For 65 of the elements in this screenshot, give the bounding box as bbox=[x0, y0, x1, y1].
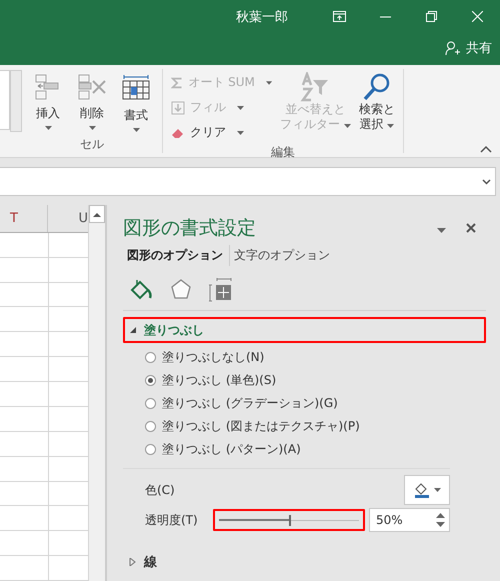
ribbon-display-icon[interactable] bbox=[332, 11, 346, 22]
option-label[interactable]: 塗りつぶし (グラデーション)(G) bbox=[162, 395, 338, 412]
ribbon-button[interactable]: 削除 bbox=[72, 69, 112, 136]
color-picker-button[interactable] bbox=[404, 475, 450, 505]
ribbon-button[interactable]: 検索と 選択 bbox=[356, 69, 397, 144]
caret-icon bbox=[437, 228, 446, 233]
close-icon bbox=[466, 223, 476, 233]
group-label: 編集 bbox=[270, 144, 296, 161]
formula-field[interactable] bbox=[0, 167, 496, 196]
expand-icon bbox=[129, 558, 136, 566]
caret-icon bbox=[237, 130, 244, 134]
option-label[interactable]: 塗りつぶし (パターン)(A) bbox=[162, 441, 301, 458]
section-header[interactable]: 線 bbox=[123, 549, 486, 575]
person-add-icon[interactable] bbox=[445, 40, 460, 56]
icon-tab[interactable] bbox=[209, 278, 233, 302]
restore-icon[interactable] bbox=[426, 11, 436, 22]
expand-icon[interactable] bbox=[482, 178, 491, 184]
option-label[interactable]: 塗りつぶし (単色)(S) bbox=[162, 372, 276, 389]
radio-button[interactable] bbox=[145, 421, 156, 432]
size-position-icon bbox=[209, 278, 233, 302]
caret-icon bbox=[132, 128, 140, 132]
scroll-up-button[interactable] bbox=[89, 205, 105, 223]
share-button[interactable]: 共有 bbox=[466, 39, 492, 57]
sigma-icon bbox=[171, 76, 184, 90]
user-name: 秋葉一郎 bbox=[236, 8, 288, 26]
paint-bucket-icon bbox=[129, 278, 153, 302]
option-label[interactable]: 塗りつぶし (図またはテクスチャ)(P) bbox=[162, 418, 360, 435]
caret-icon bbox=[237, 106, 244, 110]
transparency-slider[interactable] bbox=[213, 509, 365, 531]
caret-icon bbox=[88, 126, 96, 130]
close-icon[interactable] bbox=[472, 11, 482, 22]
caret-icon bbox=[44, 126, 52, 130]
percent-field[interactable]: 50% bbox=[369, 508, 450, 532]
column-header[interactable]: T bbox=[0, 205, 48, 232]
collapse-ribbon-icon[interactable] bbox=[480, 145, 492, 153]
radio-button[interactable] bbox=[145, 398, 156, 409]
delete-cells-icon bbox=[77, 73, 107, 101]
caret-icon bbox=[266, 80, 272, 84]
pane-title: 図形の書式設定 bbox=[123, 216, 257, 241]
fill-down-icon bbox=[171, 100, 185, 114]
group-label: セル bbox=[79, 136, 105, 153]
radio-button[interactable] bbox=[145, 352, 156, 363]
field-label: 透明度(T) bbox=[145, 512, 199, 528]
tab[interactable]: 文字のオプション bbox=[230, 245, 336, 266]
radio-button[interactable] bbox=[145, 444, 156, 455]
paint-bucket-icon bbox=[414, 482, 430, 498]
minimize-icon[interactable] bbox=[380, 16, 390, 18]
icon-tab[interactable] bbox=[129, 278, 153, 302]
tab[interactable]: 図形のオプション bbox=[123, 245, 230, 266]
section-header[interactable]: 塗りつぶし bbox=[123, 317, 486, 343]
collapse-icon bbox=[129, 326, 136, 334]
ribbon-button[interactable]: 書式 bbox=[116, 69, 156, 136]
caret-icon bbox=[344, 124, 351, 128]
option-label[interactable]: 塗りつぶしなし(N) bbox=[162, 349, 264, 366]
spin-arrows-icon bbox=[436, 512, 445, 528]
search-icon bbox=[362, 72, 392, 102]
radio-button[interactable] bbox=[145, 375, 156, 386]
ribbon-button[interactable]: 挿入 bbox=[28, 69, 68, 136]
caret-icon bbox=[387, 124, 394, 128]
sort-filter-icon bbox=[300, 72, 330, 102]
caret-icon bbox=[434, 488, 440, 492]
up-arrow-icon bbox=[93, 212, 101, 216]
column-header[interactable]: U bbox=[48, 205, 88, 232]
field-label: 色(C) bbox=[145, 482, 176, 498]
ribbon-button[interactable]: クリア bbox=[169, 121, 274, 144]
